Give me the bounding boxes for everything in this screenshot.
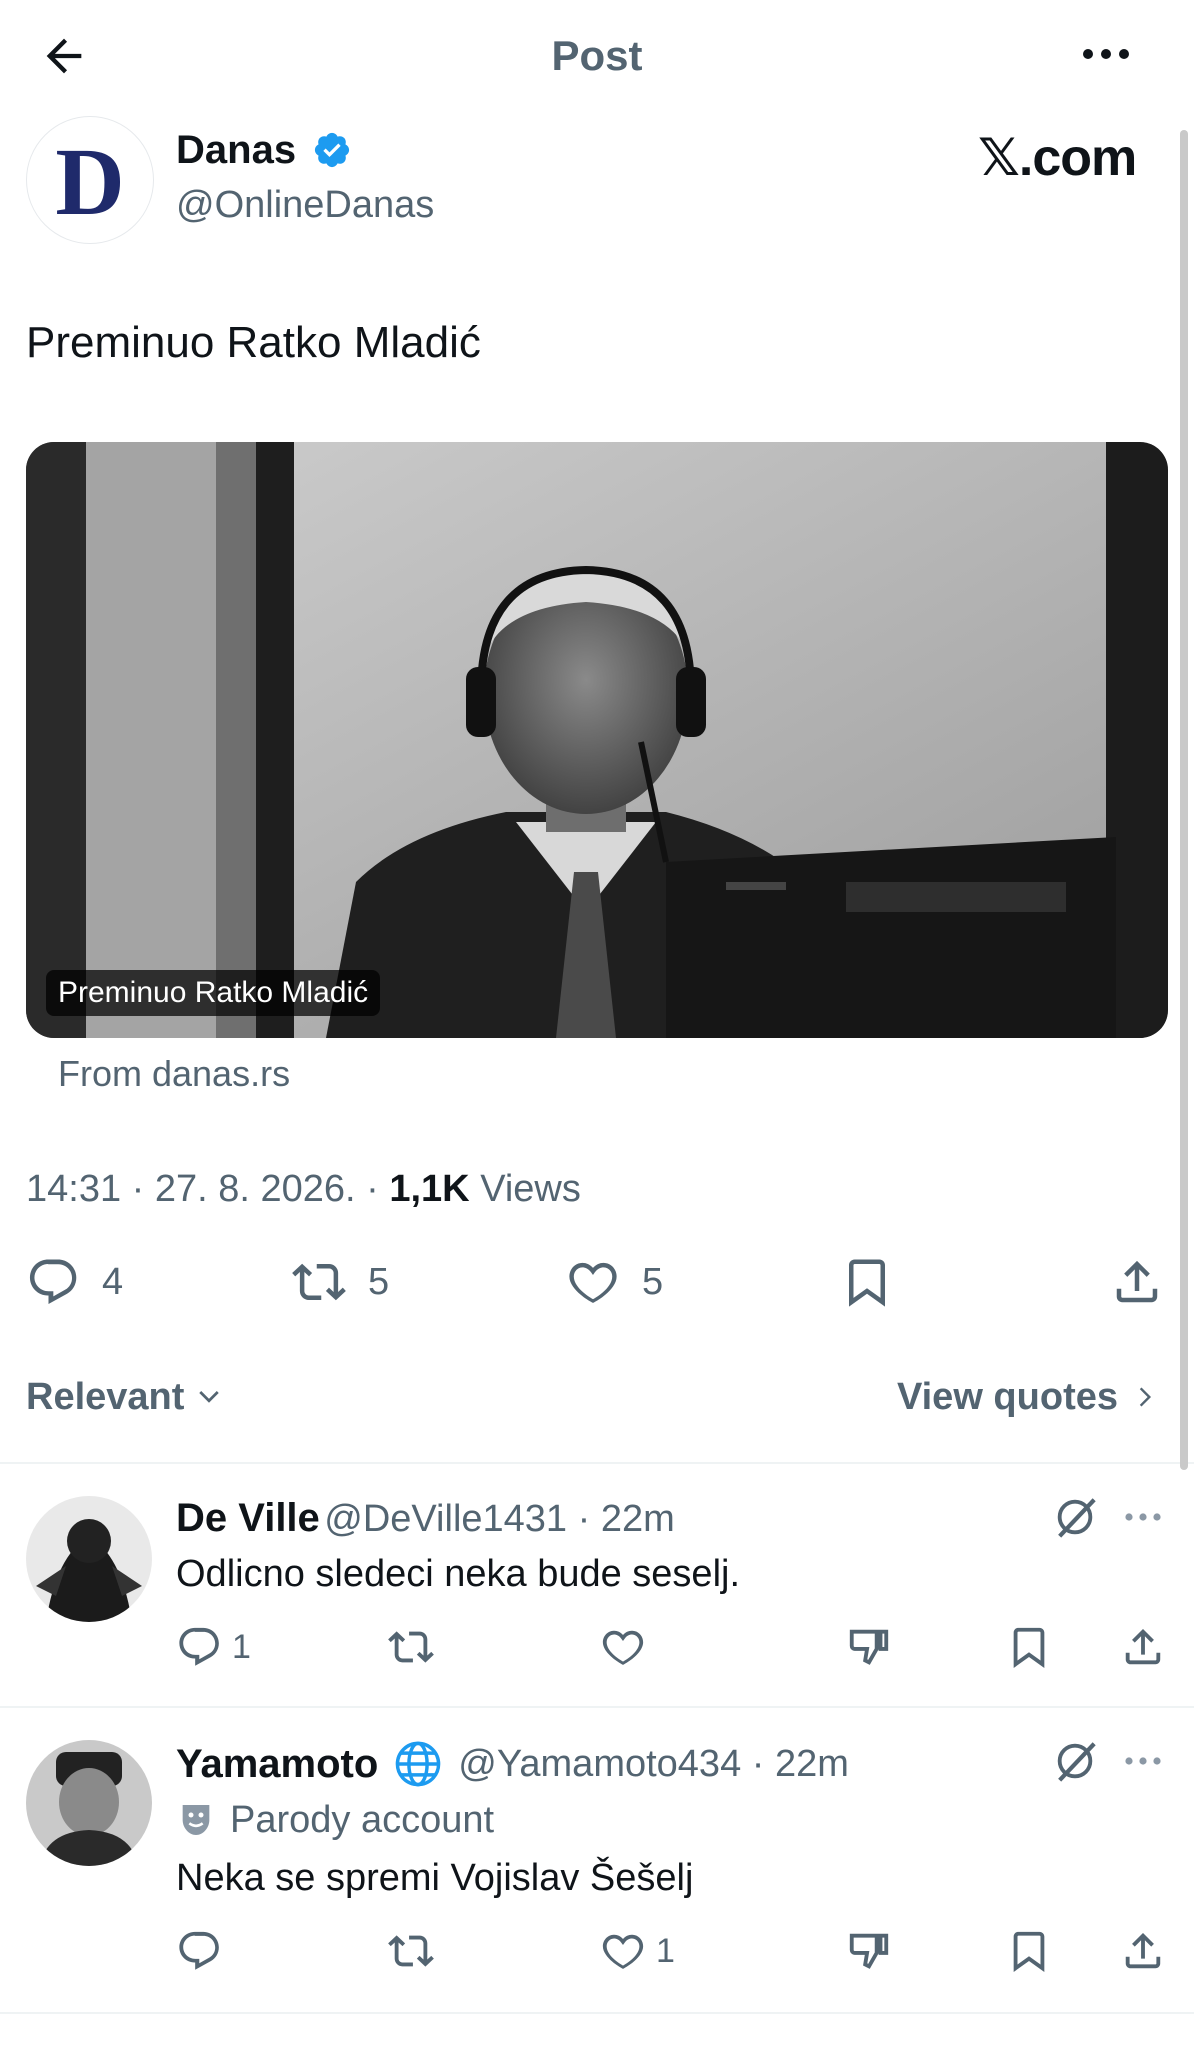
author-avatar[interactable]: D [26, 116, 154, 244]
bookmark-icon[interactable] [1006, 1928, 1052, 1974]
repost-icon[interactable] [388, 1928, 434, 1974]
author-handle[interactable]: @OnlineDanas [176, 182, 434, 228]
like-button[interactable]: 5 [566, 1254, 663, 1310]
post-timestamp: 14:31 · 27. 8. 2026. · [26, 1168, 390, 1210]
heart-icon[interactable] [600, 1624, 646, 1670]
repost-count: 5 [368, 1260, 390, 1303]
chevron-right-icon [1139, 1387, 1152, 1407]
share-icon[interactable] [1120, 1624, 1166, 1670]
divider [0, 1706, 1194, 1708]
bookmark-button[interactable] [840, 1254, 894, 1310]
reply-icon [29, 1259, 77, 1305]
divider [0, 2012, 1194, 2014]
page-title: Post [551, 32, 643, 79]
reply-button[interactable]: 4 [26, 1254, 123, 1310]
reply-avatar[interactable] [26, 1740, 152, 1866]
reply-icon[interactable] [176, 1928, 222, 1974]
reply-text: Odlicno sledeci neka bude seselj. [176, 1553, 741, 1595]
reply-more-icon[interactable] [1120, 1494, 1166, 1540]
views-label: Views [469, 1168, 581, 1210]
views-count: 1,1K [389, 1168, 470, 1210]
parody-label-text: Parody account [230, 1799, 495, 1841]
view-quotes-label: View quotes [896, 1376, 1118, 1418]
reply-avatar[interactable] [26, 1496, 152, 1622]
grok-icon[interactable] [1052, 1738, 1098, 1784]
repost-icon[interactable] [388, 1624, 434, 1670]
globe-icon [395, 1741, 441, 1787]
reply-text: Neka se spremi Vojislav Šešelj [176, 1857, 694, 1899]
sort-label: Relevant [26, 1376, 185, 1418]
reply-author-handle[interactable]: @Yamamoto434 · 22m [458, 1740, 849, 1788]
reply-count: 1 [232, 1628, 251, 1666]
more-options-icon[interactable] [1076, 34, 1136, 74]
share-button[interactable] [1110, 1254, 1164, 1310]
post-image[interactable] [26, 442, 1168, 1038]
chevron-down-icon [199, 1391, 220, 1403]
image-caption: Preminuo Ratko Mladić [46, 970, 381, 1016]
link-source[interactable]: From danas.rs [58, 1052, 290, 1096]
divider [0, 1462, 1194, 1464]
bookmark-icon [849, 1259, 885, 1307]
reply-more-icon[interactable] [1120, 1738, 1166, 1784]
reply-author-name[interactable]: Yamamoto [176, 1740, 378, 1788]
scrollbar[interactable] [1180, 130, 1188, 1470]
heart-icon [569, 1262, 617, 1303]
like-count: 5 [642, 1260, 664, 1303]
reply-header: De Ville @DeVille1431 · 22m [176, 1494, 675, 1543]
verified-badge-icon [312, 130, 352, 170]
parody-account-label: Parody account [176, 1796, 494, 1844]
x-com-watermark: 𝕏.com [978, 129, 1137, 187]
post-meta: 14:31 · 27. 8. 2026. · 1,1K Views [26, 1166, 581, 1212]
like-count: 1 [656, 1932, 675, 1970]
heart-icon[interactable] [600, 1928, 646, 1974]
reply-author-name[interactable]: De Ville [176, 1496, 320, 1540]
repost-button[interactable]: 5 [292, 1254, 389, 1310]
reply-count: 4 [102, 1260, 124, 1303]
avatar-logo-letter: D [55, 128, 125, 235]
reply-header: Yamamoto @Yamamoto434 · 22m [176, 1738, 849, 1790]
post-text: Preminuo Ratko Mladić [26, 318, 481, 367]
author-name[interactable]: Danas [176, 126, 296, 174]
downvote-icon[interactable] [846, 1624, 892, 1670]
share-icon[interactable] [1120, 1928, 1166, 1974]
theater-mask-icon [182, 1805, 210, 1835]
reply-icon[interactable] [176, 1624, 222, 1670]
repost-icon [292, 1263, 346, 1301]
grok-icon[interactable] [1052, 1494, 1098, 1540]
bookmark-icon[interactable] [1006, 1624, 1052, 1670]
downvote-icon[interactable] [846, 1928, 892, 1974]
view-quotes-link[interactable]: View quotes [897, 1374, 1158, 1420]
share-icon [1116, 1260, 1158, 1303]
sort-relevant-dropdown[interactable]: Relevant [26, 1374, 224, 1420]
reply-author-handle[interactable]: @DeVille1431 · 22m [324, 1498, 675, 1540]
